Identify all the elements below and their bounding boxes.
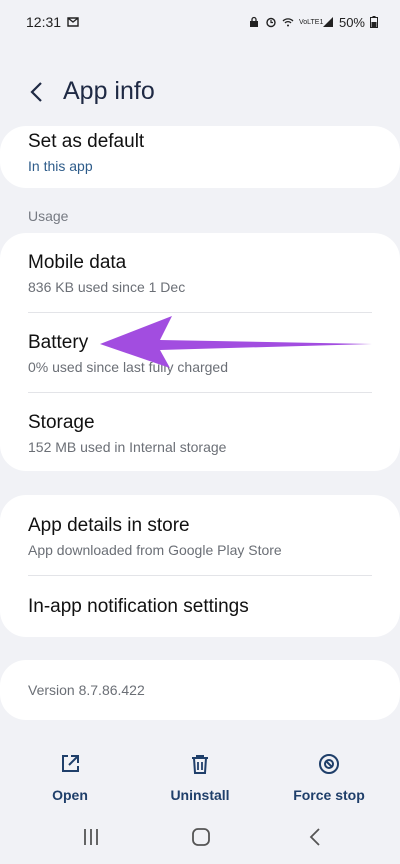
status-right: VoLTE1 50%	[248, 15, 378, 30]
open-label: Open	[52, 787, 88, 803]
page-title: App info	[63, 77, 155, 105]
wifi-icon	[282, 18, 294, 27]
battery-percent: 50%	[338, 14, 365, 30]
notification-settings-item[interactable]: In-app notification settings	[28, 596, 372, 618]
gmail-icon	[67, 17, 79, 27]
home-button[interactable]	[186, 826, 216, 848]
force-stop-button[interactable]: Force stop	[274, 751, 384, 803]
recents-icon	[84, 829, 98, 845]
bottom-action-bar: Open Uninstall Force stop	[0, 745, 400, 815]
battery-icon	[370, 16, 378, 28]
set-as-default-item[interactable]: Set as default In this app	[28, 131, 372, 174]
status-left: 12:31	[26, 14, 79, 30]
chevron-left-icon	[30, 82, 42, 102]
battery-title: Battery	[28, 332, 89, 353]
version-text: Version 8.7.86.422	[28, 682, 145, 698]
mobile-data-subtitle: 836 KB used since 1 Dec	[28, 279, 186, 295]
trash-icon	[187, 751, 213, 777]
usage-card: Mobile data 836 KB used since 1 Dec Batt…	[0, 233, 400, 471]
divider	[28, 575, 372, 576]
app-details-item[interactable]: App details in store App downloaded from…	[28, 515, 372, 558]
back-nav-button[interactable]	[300, 826, 330, 848]
recents-button[interactable]	[76, 826, 106, 848]
set-as-default-subtitle: In this app	[28, 158, 93, 174]
open-button[interactable]: Open	[15, 751, 125, 803]
alarm-icon	[266, 17, 276, 28]
app-bar: App info	[0, 68, 400, 116]
version-item: Version 8.7.86.422	[28, 682, 372, 698]
back-button[interactable]	[22, 78, 50, 106]
mobile-data-title: Mobile data	[28, 252, 127, 273]
set-as-default-card: Set as default In this app	[0, 126, 400, 188]
open-external-icon	[57, 751, 83, 777]
storage-title: Storage	[28, 412, 95, 433]
set-as-default-title: Set as default	[28, 131, 145, 152]
uninstall-label: Uninstall	[170, 787, 230, 803]
mobile-data-item[interactable]: Mobile data 836 KB used since 1 Dec	[28, 252, 372, 295]
status-time: 12:31	[26, 14, 62, 30]
notification-settings-title: In-app notification settings	[28, 596, 249, 617]
back-nav-icon	[309, 828, 320, 846]
divider	[28, 312, 372, 313]
store-card: App details in store App downloaded from…	[0, 495, 400, 637]
battery-subtitle: 0% used since last fully charged	[28, 359, 228, 375]
stop-icon	[316, 751, 342, 777]
version-card: Version 8.7.86.422	[0, 660, 400, 720]
network-label: VoLTE1	[298, 18, 324, 26]
usage-section-label: Usage	[28, 208, 69, 224]
app-details-subtitle: App downloaded from Google Play Store	[28, 542, 282, 558]
home-icon	[192, 828, 210, 846]
battery-item[interactable]: Battery 0% used since last fully charged	[28, 332, 372, 375]
signal-icon	[322, 17, 333, 27]
status-bar: 12:31 VoLTE1 50%	[0, 0, 400, 44]
divider	[28, 392, 372, 393]
uninstall-button[interactable]: Uninstall	[145, 751, 255, 803]
lock-icon	[249, 16, 258, 27]
storage-item[interactable]: Storage 152 MB used in Internal storage	[28, 412, 372, 455]
force-stop-label: Force stop	[293, 787, 365, 803]
storage-subtitle: 152 MB used in Internal storage	[28, 439, 227, 455]
app-details-title: App details in store	[28, 515, 190, 536]
navigation-bar	[0, 812, 400, 864]
